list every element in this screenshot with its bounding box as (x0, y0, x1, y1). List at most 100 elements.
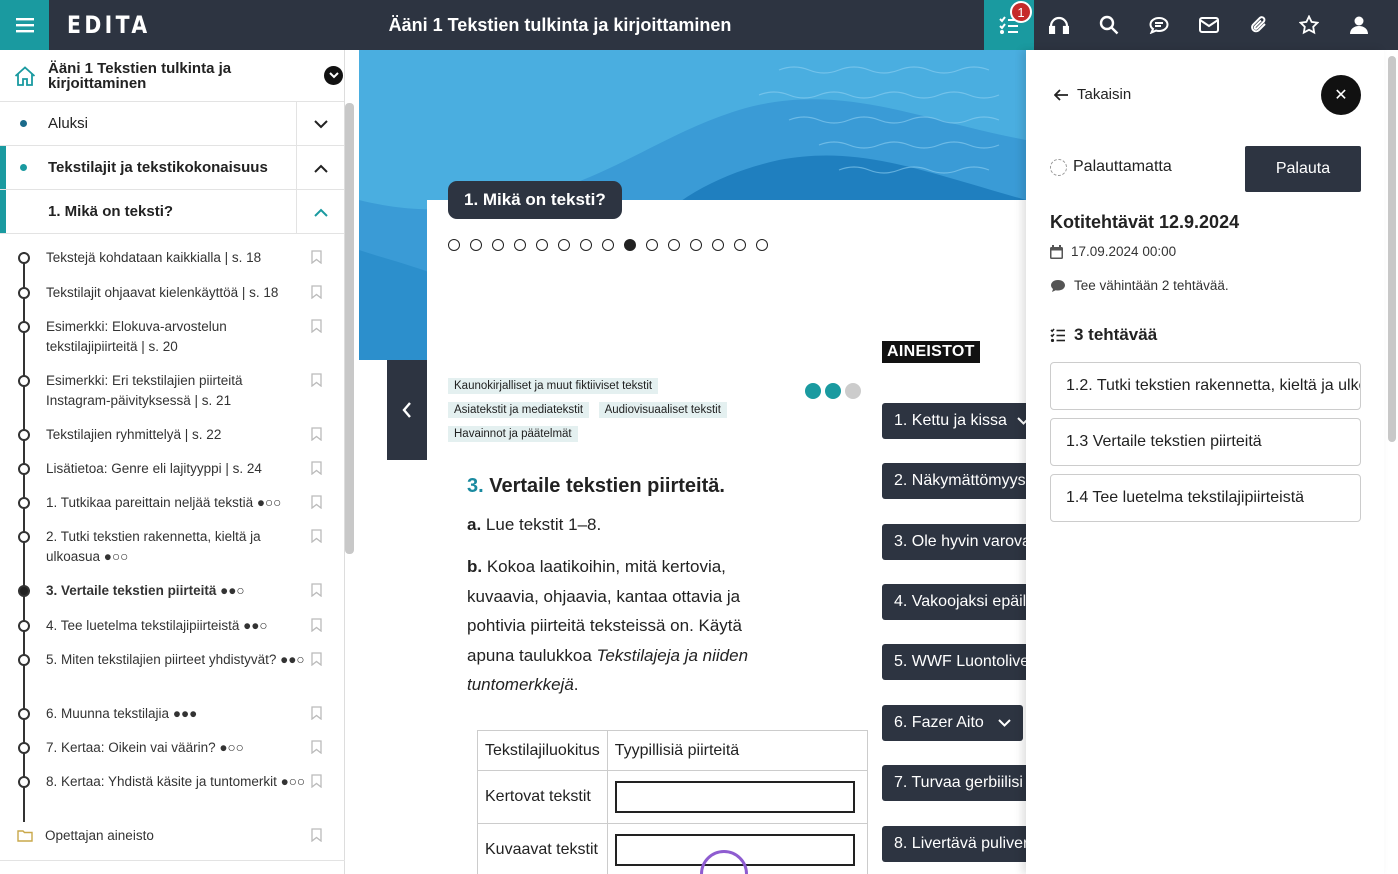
task-card[interactable]: 1.4 Tee luetelma tekstilajipiirteistä (1050, 474, 1361, 522)
chat-button[interactable] (1134, 0, 1184, 50)
material-item[interactable]: 6. Fazer Aito (882, 705, 1023, 741)
material-label: 1. Kettu ja kissa (894, 412, 1007, 429)
notification-badge: 1 (1010, 1, 1032, 23)
timeline-node (18, 742, 30, 754)
page-dot[interactable] (448, 239, 460, 251)
page-dot[interactable] (558, 239, 570, 251)
submit-button[interactable]: Palauta (1245, 146, 1361, 192)
chapter-chip: 1. Mikä on teksti? (448, 181, 622, 219)
collapse-toggle[interactable] (296, 146, 344, 190)
material-item[interactable]: 4. Vakoojaksi epäilty (882, 584, 1026, 620)
material-item[interactable]: 2. Näkymättömyys (882, 463, 1026, 499)
page-dot[interactable] (646, 239, 658, 251)
favorites-button[interactable] (1284, 0, 1334, 50)
page-dot-current[interactable] (624, 239, 636, 251)
task-part-b: b. Kokoa laatikoihin, mitä kertovia, kuv… (467, 552, 767, 700)
search-button[interactable] (1084, 0, 1134, 50)
timeline-node (18, 497, 30, 509)
folder-icon (17, 828, 33, 848)
table-of-contents: Ääni 1 Tekstien tulkinta ja kirjoittamin… (0, 50, 345, 874)
search-icon (1099, 15, 1119, 35)
bookmark-icon[interactable] (311, 427, 322, 447)
material-item[interactable]: 7. Turvaa gerbiilisi (882, 765, 1026, 801)
timeline-node (18, 287, 30, 299)
page-scrollbar[interactable] (1388, 56, 1396, 442)
bookmark-icon[interactable] (311, 618, 322, 638)
material-label: 5. WWF Luontoliveä (894, 653, 1026, 670)
page-dot[interactable] (580, 239, 592, 251)
page-dots (448, 239, 768, 251)
home-icon[interactable] (14, 65, 36, 86)
collapse-toggle[interactable] (296, 190, 344, 234)
bookmark-icon[interactable] (311, 774, 322, 794)
tag[interactable]: Audiovisuaaliset tekstit (598, 402, 727, 418)
bookmark-icon[interactable] (311, 652, 322, 672)
profile-button[interactable] (1334, 0, 1384, 50)
page-dot[interactable] (514, 239, 526, 251)
page-dot[interactable] (492, 239, 504, 251)
bookmark-icon[interactable] (311, 495, 322, 515)
audio-button[interactable] (1034, 0, 1084, 50)
tag[interactable]: Havainnot ja päätelmät (448, 426, 578, 442)
bookmark-icon[interactable] (311, 583, 322, 603)
bookmark-icon[interactable] (311, 461, 322, 481)
chapter-label: 1. Mikä on teksti? (48, 203, 174, 220)
attachments-button[interactable] (1234, 0, 1284, 50)
timeline-node (18, 252, 30, 264)
answer-box[interactable] (614, 781, 855, 813)
bookmark-icon[interactable] (311, 250, 322, 270)
bookmark-icon[interactable] (311, 319, 322, 339)
tasklist-button[interactable]: 1 (984, 0, 1034, 50)
section-tekstilajit[interactable]: Tekstilajit ja tekstikokonaisuus (0, 146, 344, 190)
material-item[interactable]: 5. WWF Luontoliveä (882, 644, 1026, 680)
material-item[interactable]: 3. Ole hyvin varovainen (882, 524, 1026, 560)
item-label: 4. Tee luetelma tekstilajipiirteistä ●●○ (46, 618, 268, 633)
star-icon (1299, 15, 1319, 35)
chevron-down-icon[interactable] (324, 66, 343, 85)
sidebar-scrollbar[interactable] (345, 103, 354, 554)
item-label: 1. Tutkikaa pareittain neljää tekstiä ●○… (46, 495, 282, 510)
menu-button[interactable] (0, 0, 49, 50)
previous-page-button[interactable] (387, 360, 427, 460)
bookmark-icon[interactable] (311, 740, 322, 760)
material-label: 2. Näkymättömyys (894, 472, 1026, 489)
task-card[interactable]: 1.2. Tutki tekstien rakennetta, kieltä j… (1050, 362, 1361, 410)
task-card[interactable]: 1.3 Vertaile tekstien piirteitä (1050, 418, 1361, 466)
table-header: Tekstilajiluokitus (477, 730, 608, 771)
bookmark-icon[interactable] (311, 706, 322, 726)
timeline-node (18, 776, 30, 788)
tag[interactable]: Asiatekstit ja mediatekstit (448, 402, 590, 418)
page-dot[interactable] (602, 239, 614, 251)
page-dot[interactable] (756, 239, 768, 251)
note-text: Tee vähintään 2 tehtävää. (1074, 278, 1229, 293)
back-button[interactable]: Takaisin (1054, 86, 1131, 103)
material-item[interactable]: 1. Kettu ja kissa (882, 403, 1026, 439)
page-dot[interactable] (712, 239, 724, 251)
expand-toggle[interactable] (296, 102, 344, 146)
difficulty-indicator (805, 383, 861, 399)
mail-button[interactable] (1184, 0, 1234, 50)
bookmark-icon[interactable] (311, 529, 322, 549)
close-button[interactable]: ✕ (1321, 75, 1361, 115)
back-label: Takaisin (1077, 86, 1132, 103)
task-number: 3. (467, 475, 484, 497)
tag[interactable]: Kaunokirjalliset ja muut fiktiiviset tek… (448, 378, 659, 394)
bookmark-icon[interactable] (311, 285, 322, 305)
material-label: 8. Livertävä pulivertävä (894, 835, 1026, 852)
material-item[interactable]: 8. Livertävä pulivertävä (882, 826, 1026, 862)
section-aluksi[interactable]: Aluksi (0, 102, 344, 146)
tasklist-icon (1050, 328, 1065, 342)
bookmark-icon[interactable] (311, 373, 322, 393)
page-dot[interactable] (470, 239, 482, 251)
page-dot[interactable] (668, 239, 680, 251)
table-header: Tyypillisiä piirteitä (606, 730, 868, 771)
item-label: Lisätietoa: Genre eli lajityyppi | s. 24 (46, 461, 262, 476)
chapter-mika-on-teksti[interactable]: 1. Mikä on teksti? (0, 190, 344, 234)
page-dot[interactable] (734, 239, 746, 251)
timeline-node (18, 708, 30, 720)
page-dot[interactable] (690, 239, 702, 251)
bookmark-icon[interactable] (311, 828, 322, 848)
page-dot[interactable] (536, 239, 548, 251)
book-header[interactable]: Ääni 1 Tekstien tulkinta ja kirjoittamin… (0, 50, 344, 102)
close-icon: ✕ (1334, 87, 1348, 104)
